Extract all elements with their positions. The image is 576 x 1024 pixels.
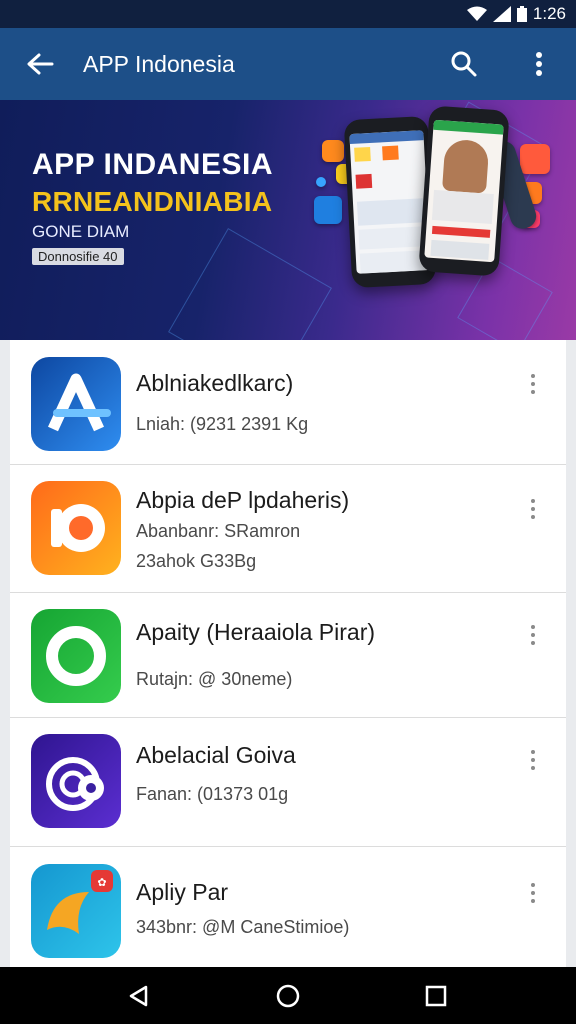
svg-text:✿: ✿: [97, 876, 106, 889]
app-detail: Lniah: (9231 2391 Kg: [136, 414, 309, 434]
nav-recents-button[interactable]: [416, 979, 456, 1013]
app-detail: 23ahok G33Bg: [136, 551, 257, 571]
wifi-icon: [466, 6, 487, 21]
app-name: Abelacial Goiva: [136, 742, 296, 768]
status-bar: 1:26: [0, 0, 576, 28]
list-item[interactable]: Abpia deP lpdaheris) Abanbanr: SRamron 2…: [10, 465, 566, 593]
signal-icon: [492, 6, 511, 22]
floating-app-icon: [314, 196, 342, 224]
app-detail: Rutajn: @ 30neme): [136, 669, 293, 689]
overflow-menu-button[interactable]: [502, 28, 576, 100]
more-vert-icon: [536, 52, 542, 76]
target-logo-icon: [46, 757, 104, 811]
square-recents-icon: [425, 985, 447, 1007]
battery-icon: [516, 6, 527, 22]
arrow-back-icon: [27, 53, 54, 75]
app-bar: APP Indonesia: [0, 28, 576, 100]
ring-logo-icon: [46, 626, 106, 686]
list-item[interactable]: ✿ Apliy Par 343bnr: @M CaneStimioe): [10, 847, 566, 967]
app-name: Apliy Par: [136, 879, 229, 905]
banner-chip: Donnosifie 40: [32, 248, 124, 265]
app-icon: [31, 734, 121, 828]
floating-app-icon: [316, 177, 326, 187]
app-name: Abpia deP lpdaheris): [136, 487, 350, 513]
app-icon: ✿: [31, 864, 121, 958]
app-icon: [31, 481, 121, 575]
status-time: 1:26: [532, 4, 566, 23]
nav-back-button[interactable]: [118, 979, 158, 1013]
banner-tagline: GONE DIAM: [32, 222, 130, 241]
nav-home-button[interactable]: [268, 979, 308, 1013]
list-item[interactable]: Apaity (Heraaiola Pirar) Rutajn: @ 30nem…: [10, 593, 566, 718]
page-title: APP Indonesia: [83, 50, 235, 77]
banner-headline: APP INDANESIA: [32, 148, 273, 181]
list-item[interactable]: Ablniakedlkarc) Lniah: (9231 2391 Kg: [10, 340, 566, 465]
app-icon: [31, 357, 121, 451]
triangle-back-icon: [129, 985, 148, 1007]
item-more-button[interactable]: [522, 366, 544, 402]
app-detail: Abanbanr: SRamron: [136, 521, 301, 541]
search-icon: [451, 51, 477, 77]
search-button[interactable]: [426, 28, 502, 100]
navigation-bar: [0, 967, 576, 1024]
app-detail: Fanan: (01373 01g: [136, 784, 289, 804]
app-icon: [31, 609, 121, 703]
item-more-button[interactable]: [522, 617, 544, 653]
app-name: Apaity (Heraaiola Pirar): [136, 619, 376, 645]
letter-a-logo-icon: [48, 373, 111, 432]
app-detail: 343bnr: @M CaneStimioe): [136, 917, 350, 937]
bird-logo-icon: ✿: [47, 870, 113, 934]
floating-app-icon: [322, 140, 344, 162]
list-item[interactable]: Abelacial Goiva Fanan: (01373 01g: [10, 718, 566, 847]
promo-banner[interactable]: APP INDANESIA RRNEANDNIABIA GONE DIAM Do…: [0, 100, 576, 340]
banner-subhead: RRNEANDNIABIA: [32, 186, 273, 217]
camera-logo-icon: [51, 504, 105, 552]
item-more-button[interactable]: [522, 875, 544, 911]
back-button[interactable]: [0, 28, 80, 100]
circle-home-icon: [276, 984, 300, 1008]
item-more-button[interactable]: [522, 742, 544, 778]
floating-app-icon: [520, 144, 550, 174]
app-list: Ablniakedlkarc) Lniah: (9231 2391 Kg Abp…: [10, 340, 566, 967]
item-more-button[interactable]: [522, 491, 544, 527]
phone-illustration: [418, 105, 510, 277]
app-name: Ablniakedlkarc): [136, 370, 294, 396]
decor-hexagon: [168, 228, 332, 340]
